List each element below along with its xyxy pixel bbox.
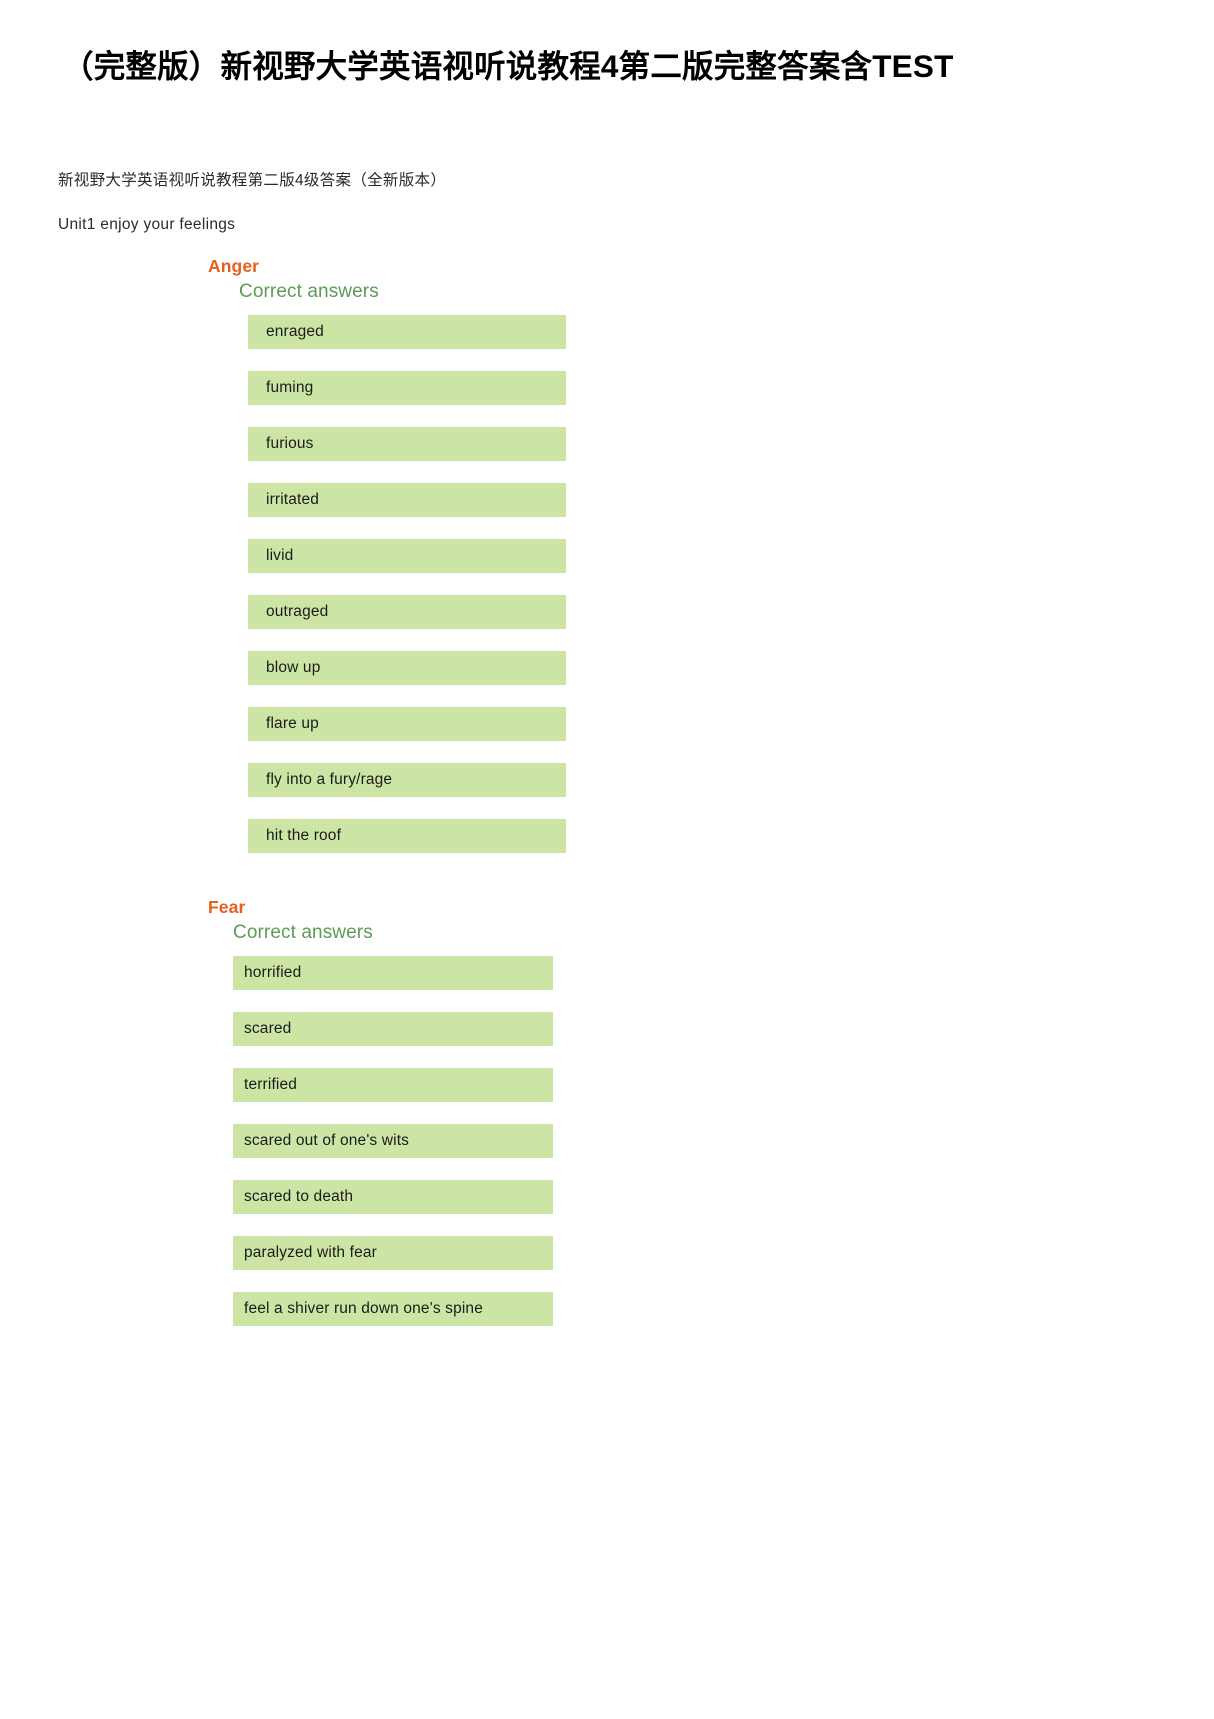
section-anger: Anger Correct answers enraged fuming fur… xyxy=(208,256,566,853)
section-fear-answer-list: horrified scared terrified scared out of… xyxy=(208,955,553,1326)
answer-text: scared to death xyxy=(244,1188,354,1206)
answer-text: fuming xyxy=(266,379,314,397)
answer-text: hit the roof xyxy=(266,827,342,845)
answer-row: scared xyxy=(233,1011,553,1046)
answer-row: blow up xyxy=(248,650,566,685)
section-anger-heading: Anger xyxy=(208,256,260,276)
document-page: （完整版）新视野大学英语视听说教程4第二版完整答案含TEST 新视野大学英语视听… xyxy=(0,0,1214,1719)
answer-text: feel a shiver run down one's spine xyxy=(244,1300,483,1318)
answer-text: irritated xyxy=(266,491,320,509)
answer-row: flare up xyxy=(248,706,566,741)
section-fear-heading: Fear xyxy=(208,897,246,917)
answer-row: fuming xyxy=(248,370,566,405)
section-fear-correct-answers-label: Correct answers xyxy=(233,922,373,943)
answer-text: fly into a fury/rage xyxy=(266,771,393,789)
answer-text: horrified xyxy=(244,964,302,982)
answer-text: livid xyxy=(266,547,294,565)
answer-text: enraged xyxy=(266,323,324,341)
answer-row: feel a shiver run down one's spine xyxy=(233,1291,553,1326)
answer-row: paralyzed with fear xyxy=(233,1235,553,1270)
answer-row: fly into a fury/rage xyxy=(248,762,566,797)
answer-row: outraged xyxy=(248,594,566,629)
answer-row: horrified xyxy=(233,955,553,990)
answer-key-region: Anger Correct answers enraged fuming fur… xyxy=(0,0,1214,1719)
answer-row: terrified xyxy=(233,1067,553,1102)
answer-text: scared xyxy=(244,1020,292,1038)
answer-text: furious xyxy=(266,435,314,453)
answer-row: scared out of one's wits xyxy=(233,1123,553,1158)
answer-row: hit the roof xyxy=(248,818,566,853)
answer-text: terrified xyxy=(244,1076,298,1094)
answer-row: enraged xyxy=(248,314,566,349)
answer-text: paralyzed with fear xyxy=(244,1244,377,1262)
answer-row: livid xyxy=(248,538,566,573)
answer-row: furious xyxy=(248,426,566,461)
section-anger-answer-list: enraged fuming furious irritated livid o… xyxy=(208,314,566,853)
answer-row: irritated xyxy=(248,482,566,517)
answer-row: scared to death xyxy=(233,1179,553,1214)
section-fear: Fear Correct answers horrified scared te… xyxy=(208,897,553,1326)
answer-text: scared out of one's wits xyxy=(244,1132,410,1150)
answer-text: blow up xyxy=(266,659,321,677)
answer-text: flare up xyxy=(266,715,319,733)
section-anger-correct-answers-label: Correct answers xyxy=(239,281,379,302)
answer-text: outraged xyxy=(266,603,329,621)
